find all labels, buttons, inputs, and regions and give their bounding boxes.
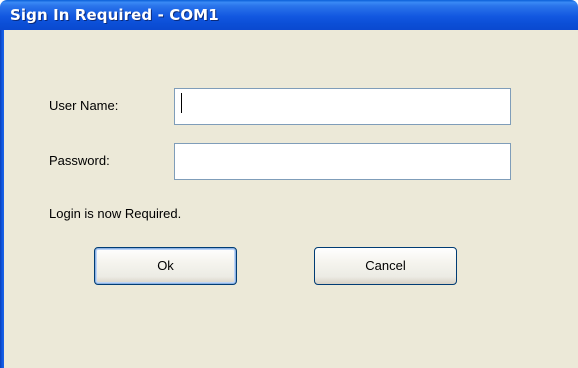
title-bar[interactable]: Sign In Required - COM1 — [0, 0, 578, 30]
status-message: Login is now Required. — [49, 206, 182, 221]
text-caret — [181, 93, 182, 113]
username-input[interactable] — [174, 88, 511, 125]
password-input[interactable] — [174, 143, 511, 180]
password-label: Password: — [49, 153, 110, 168]
dialog-body — [4, 30, 578, 368]
ok-button[interactable]: Ok — [94, 247, 237, 285]
cancel-button[interactable]: Cancel — [314, 247, 457, 285]
sign-in-dialog: Sign In Required - COM1 User Name: Passw… — [0, 0, 578, 368]
username-label: User Name: — [49, 98, 119, 113]
window-title: Sign In Required - COM1 — [10, 6, 219, 24]
